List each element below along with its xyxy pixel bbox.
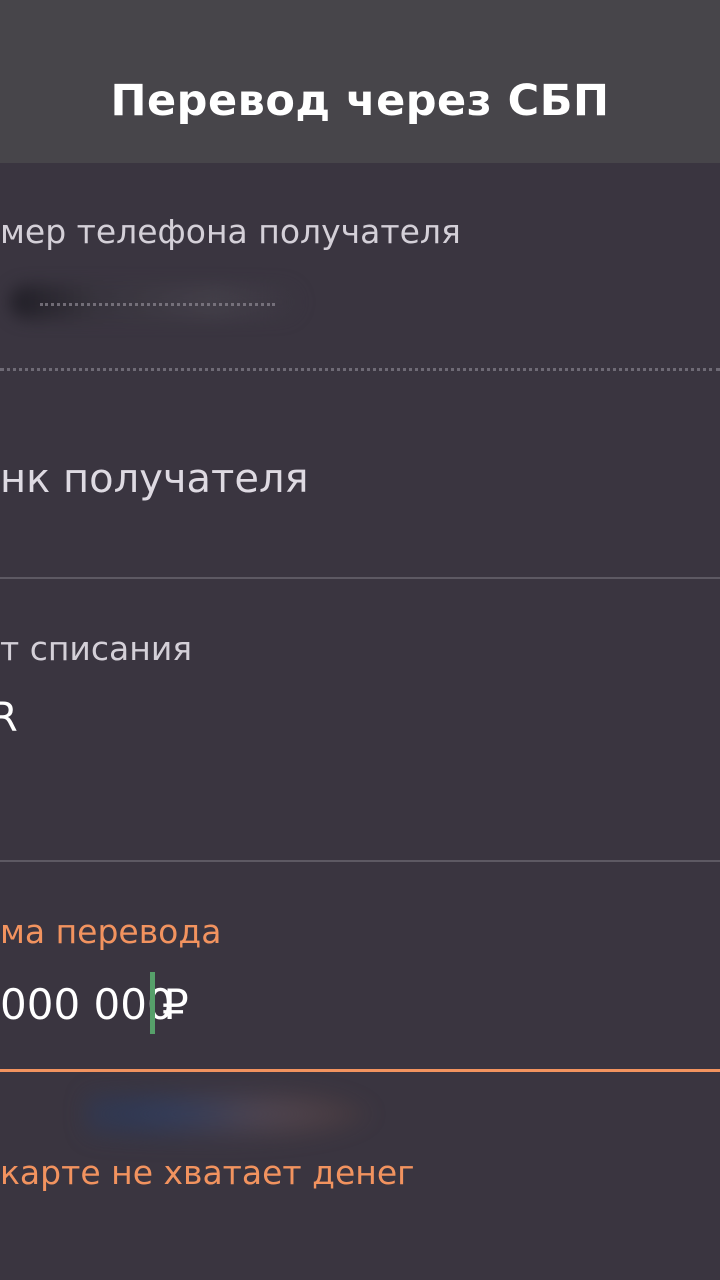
phone-field-underline [0,368,720,371]
phone-mask-dots [40,303,275,306]
text-cursor [150,972,155,1034]
phone-field-value-obscured[interactable] [10,285,300,319]
card-icon-obscured [85,1090,385,1150]
phone-field-label: мер телефона получателя [0,212,461,251]
divider [0,577,720,579]
amount-field-underline [0,1069,720,1072]
currency-symbol: ₽ [162,980,189,1029]
page-title: Перевод через СБП [110,76,610,126]
divider [0,860,720,862]
amount-field-label: ма перевода [0,912,222,951]
insufficient-funds-error: карте не хватает денег [0,1153,415,1192]
account-select[interactable]: R [0,695,18,741]
app-header: Перевод через СБП [0,0,720,163]
transfer-screen: Перевод через СБП мер телефона получател… [0,0,720,1280]
amount-input[interactable]: 000 000 [0,980,174,1029]
recipient-bank-select[interactable]: нк получателя [0,456,309,502]
account-field-label: т списания [0,629,193,668]
